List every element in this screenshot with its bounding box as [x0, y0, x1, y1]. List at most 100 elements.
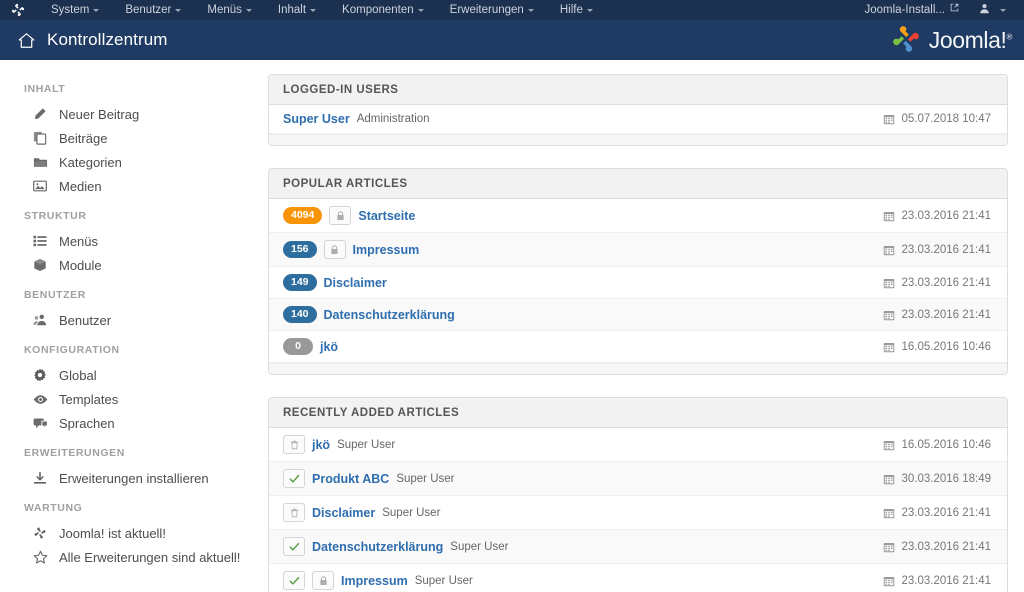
check-icon[interactable]	[283, 537, 305, 556]
article-link[interactable]: Datenschutzerklärung	[324, 308, 455, 322]
table-row[interactable]: Datenschutzerklärung Super User 23.03.20…	[269, 530, 1007, 564]
joomla-brand-logo: Joomla!®	[890, 23, 1024, 58]
menu-item-komponenten[interactable]: Komponenten	[329, 0, 437, 20]
calendar-icon	[883, 507, 895, 519]
row-date: 23.03.2016 21:41	[883, 575, 995, 587]
sidebar-item-benutzer[interactable]: Benutzer	[0, 308, 262, 332]
sidebar-item-joomla-aktuell[interactable]: Joomla! ist aktuell!	[0, 521, 262, 545]
menu-item-label: Inhalt	[277, 4, 307, 16]
joomla-mark-icon[interactable]	[10, 2, 26, 18]
sidebar-item-neuer-beitrag[interactable]: Neuer Beitrag	[0, 102, 262, 126]
row-content: Impressum Super User	[283, 571, 883, 590]
author-label: Super User	[450, 540, 509, 553]
table-row[interactable]: Impressum Super User 23.03.2016 21:41	[269, 564, 1007, 592]
row-date: 16.05.2016 10:46	[883, 439, 995, 451]
menu-item-label: Benutzer	[125, 4, 172, 16]
calendar-icon	[883, 277, 895, 289]
row-content: 4094 Startseite	[283, 206, 883, 225]
row-date: 16.05.2016 10:46	[883, 341, 995, 353]
sidebar-heading-struktur: STRUKTUR	[24, 210, 87, 222]
sidebar-item-label: Alle Erweiterungen sind aktuell!	[59, 549, 241, 565]
row-content: Disclaimer Super User	[283, 503, 883, 522]
user-menu-button[interactable]	[967, 0, 1016, 20]
chevron-down-icon	[417, 8, 424, 12]
article-link[interactable]: Disclaimer	[312, 506, 375, 520]
calendar-icon	[883, 575, 895, 587]
content-area: LOGGED-IN USERS Super User Administratio…	[262, 60, 1024, 592]
sidebar-item-sprachen[interactable]: Sprachen	[0, 411, 262, 435]
menu-item-inhalt[interactable]: Inhalt	[265, 0, 329, 20]
site-link[interactable]: Joomla-Install...	[856, 0, 967, 20]
article-link[interactable]: Startseite	[358, 209, 415, 223]
panel-title: RECENTLY ADDED ARTICLES	[269, 398, 1007, 428]
user-link[interactable]: Super User	[283, 112, 350, 126]
table-row[interactable]: 149 Disclaimer 23.03.2016 21:41	[269, 267, 1007, 299]
check-icon[interactable]	[283, 469, 305, 488]
sidebar-item-label: Medien	[59, 178, 102, 194]
sidebar-item-label: Sprachen	[59, 415, 115, 431]
sidebar-item-beitraege[interactable]: Beiträge	[0, 126, 262, 150]
sidebar-item-templates[interactable]: Templates	[0, 387, 262, 411]
sidebar-item-label: Module	[59, 257, 102, 273]
article-link[interactable]: Impressum	[353, 243, 420, 257]
sidebar-item-module[interactable]: Module	[0, 253, 262, 277]
article-link[interactable]: Impressum	[341, 574, 408, 588]
check-icon[interactable]	[283, 571, 305, 590]
sidebar-heading-wartung: WARTUNG	[24, 502, 83, 514]
sidebar-item-global[interactable]: Global	[0, 363, 262, 387]
folder-icon	[32, 154, 48, 170]
menu-item-menus[interactable]: Menüs	[194, 0, 265, 20]
trash-icon[interactable]	[283, 503, 305, 522]
sidebar-item-medien[interactable]: Medien	[0, 174, 262, 198]
lock-icon[interactable]	[312, 571, 334, 590]
chevron-down-icon	[1000, 8, 1006, 12]
calendar-icon	[883, 309, 895, 321]
row-date: 23.03.2016 21:41	[883, 541, 995, 553]
article-link[interactable]: jkö	[312, 438, 330, 452]
sidebar-item-erweiterungen-installieren[interactable]: Erweiterungen installieren	[0, 466, 262, 490]
table-row[interactable]: 156 Impressum 23.03.2016 21:41	[269, 233, 1007, 267]
author-label: Super User	[337, 438, 396, 451]
gear-icon	[32, 367, 48, 383]
row-content: 149 Disclaimer	[283, 274, 883, 291]
hit-count-badge: 4094	[283, 207, 323, 224]
page-title: Kontrollzentrum	[47, 30, 168, 49]
sidebar-item-menus[interactable]: Menüs	[0, 229, 262, 253]
table-row[interactable]: Super User Administration 05.07.2018 10:…	[269, 105, 1007, 134]
table-row[interactable]: 4094 Startseite 23.03.2016 21:41	[269, 199, 1007, 233]
comment-icon	[32, 415, 48, 431]
table-row[interactable]: 0 jkö 16.05.2016 10:46	[269, 331, 1007, 363]
date-label: 16.05.2016 10:46	[901, 340, 991, 353]
calendar-icon	[883, 113, 895, 125]
menu-item-benutzer[interactable]: Benutzer	[112, 0, 194, 20]
table-row[interactable]: Produkt ABC Super User 30.03.2016 18:49	[269, 462, 1007, 496]
article-link[interactable]: Datenschutzerklärung	[312, 540, 443, 554]
table-row[interactable]: jkö Super User 16.05.2016 10:46	[269, 428, 1007, 462]
trash-icon[interactable]	[283, 435, 305, 454]
date-label: 23.03.2016 21:41	[901, 276, 991, 289]
menu-item-erweiterungen[interactable]: Erweiterungen	[437, 0, 547, 20]
panel-popular-articles: POPULAR ARTICLES 4094 Startseite 23.03.2…	[268, 168, 1008, 375]
menu-item-hilfe[interactable]: Hilfe	[547, 0, 606, 20]
copy-icon	[32, 130, 48, 146]
site-name-label: Joomla-Install...	[864, 4, 945, 16]
sidebar-heading-erweiterungen: ERWEITERUNGEN	[24, 447, 125, 459]
eye-icon	[32, 391, 48, 407]
calendar-icon	[883, 341, 895, 353]
article-link[interactable]: Disclaimer	[324, 276, 387, 290]
sidebar-item-label: Kategorien	[59, 154, 122, 170]
article-link[interactable]: Produkt ABC	[312, 472, 389, 486]
table-row[interactable]: 140 Datenschutzerklärung 23.03.2016 21:4…	[269, 299, 1007, 331]
lock-icon[interactable]	[329, 206, 352, 225]
sidebar: INHALT Neuer Beitrag Beiträge Kategorien…	[0, 60, 262, 592]
row-date: 23.03.2016 21:41	[883, 277, 995, 289]
table-row[interactable]: Disclaimer Super User 23.03.2016 21:41	[269, 496, 1007, 530]
lock-icon[interactable]	[323, 240, 346, 259]
panel-title: LOGGED-IN USERS	[269, 75, 1007, 105]
home-icon[interactable]	[16, 30, 36, 50]
top-menu-right: Joomla-Install...	[856, 0, 1016, 20]
sidebar-item-kategorien[interactable]: Kategorien	[0, 150, 262, 174]
article-link[interactable]: jkö	[320, 340, 338, 354]
menu-item-system[interactable]: System	[38, 0, 112, 20]
sidebar-item-erweiterungen-aktuell[interactable]: Alle Erweiterungen sind aktuell!	[0, 545, 262, 569]
